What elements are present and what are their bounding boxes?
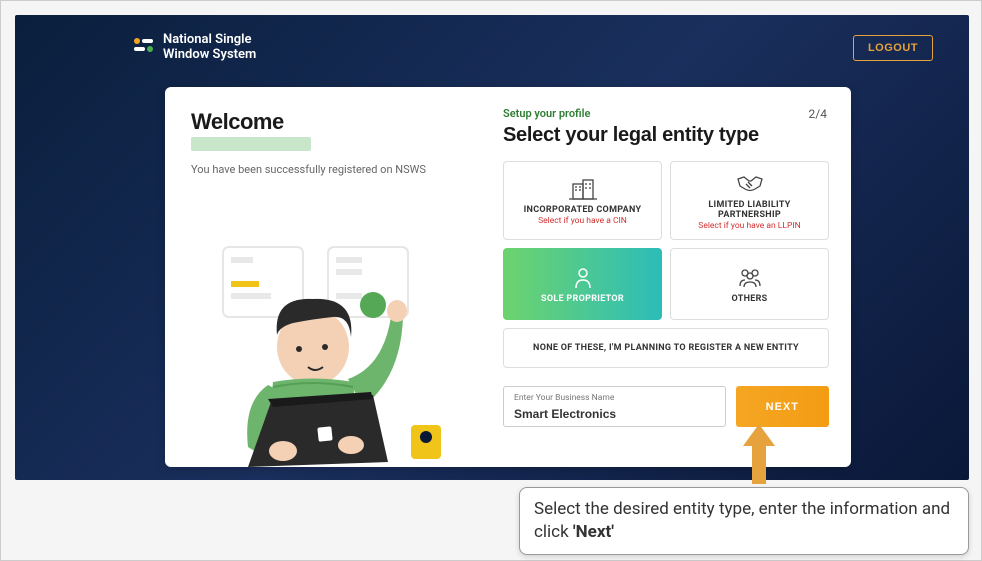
entity-option-none[interactable]: NONE OF THESE, I'M PLANNING TO REGISTER …	[503, 328, 829, 368]
tutorial-callout: Select the desired entity type, enter th…	[519, 487, 969, 555]
brand-text: National Single Window System	[163, 33, 256, 63]
entity-label: SOLE PROPRIETOR	[541, 294, 624, 304]
business-name-input[interactable]	[514, 407, 715, 421]
brand-line1: National Single	[163, 33, 256, 48]
entity-grid: INCORPORATED COMPANY Select if you have …	[503, 161, 829, 320]
person-icon	[573, 266, 593, 290]
user-name-redacted	[191, 137, 311, 151]
handshake-icon	[735, 172, 765, 196]
logo-icon	[133, 37, 155, 59]
logout-button[interactable]: LOGOUT	[853, 35, 933, 61]
entity-sublabel: Select if you have a CIN	[538, 216, 627, 226]
building-icon	[569, 177, 597, 201]
brand-line2: Window System	[163, 48, 256, 63]
business-name-row: Enter Your Business Name NEXT	[503, 386, 829, 427]
welcome-title: Welcome	[191, 109, 465, 135]
card-right-panel: 2/4 Setup your profile Select your legal…	[485, 87, 851, 467]
tutorial-frame: National Single Window System LOGOUT Wel…	[0, 0, 982, 561]
welcome-subtitle: You have been successfully registered on…	[191, 163, 465, 176]
onboarding-card: Welcome You have been successfully regis…	[165, 87, 851, 467]
business-name-input-wrap[interactable]: Enter Your Business Name	[503, 386, 726, 427]
brand-logo[interactable]: National Single Window System	[133, 33, 256, 63]
entity-label: OTHERS	[731, 294, 767, 304]
entity-option-sole-proprietor[interactable]: SOLE PROPRIETOR	[503, 248, 662, 320]
entity-option-others[interactable]: OTHERS	[670, 248, 829, 320]
section-title: Select your legal entity type	[503, 124, 829, 147]
welcome-illustration	[173, 227, 473, 467]
callout-bold: 'Next'	[573, 522, 614, 542]
next-button[interactable]: NEXT	[736, 386, 829, 427]
group-icon	[736, 266, 764, 290]
entity-label: LIMITED LIABILITY PARTNERSHIP	[679, 200, 820, 220]
entity-option-llp[interactable]: LIMITED LIABILITY PARTNERSHIP Select if …	[670, 161, 829, 240]
entity-sublabel: Select if you have an LLPIN	[698, 221, 800, 231]
entity-option-incorporated[interactable]: INCORPORATED COMPANY Select if you have …	[503, 161, 662, 240]
app-window: National Single Window System LOGOUT Wel…	[15, 15, 969, 480]
setup-label: Setup your profile	[503, 107, 829, 120]
card-left-panel: Welcome You have been successfully regis…	[165, 87, 485, 467]
entity-label: INCORPORATED COMPANY	[524, 205, 642, 215]
business-name-label: Enter Your Business Name	[514, 393, 715, 403]
header-bar: National Single Window System LOGOUT	[15, 15, 969, 75]
step-indicator: 2/4	[809, 107, 827, 121]
callout-arrow-icon	[741, 422, 777, 482]
